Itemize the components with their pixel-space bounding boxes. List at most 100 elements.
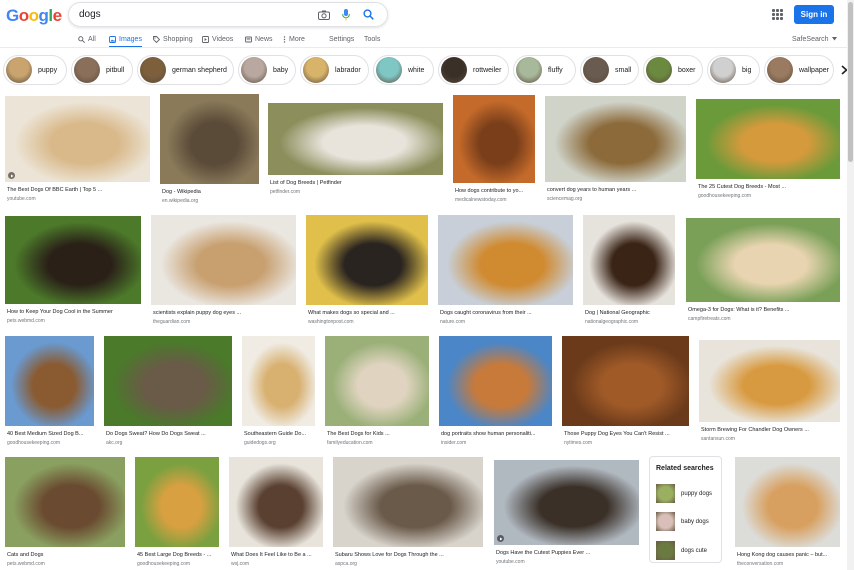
result-image[interactable] — [5, 96, 150, 182]
chip-small[interactable]: small — [580, 55, 639, 85]
result-image[interactable] — [325, 336, 429, 426]
chip-wallpaper[interactable]: wallpaper — [764, 55, 834, 85]
image-result[interactable]: How dogs contribute to yo... medicalnewst… — [453, 95, 535, 205]
tab-more[interactable]: More — [283, 31, 305, 47]
image-result[interactable]: Omega-3 for Dogs: What is it? Benefits .… — [686, 218, 840, 324]
image-result[interactable]: What makes dogs so special and ... washin… — [306, 215, 428, 327]
result-title[interactable]: Dog - Wikipedia — [162, 189, 259, 195]
tab-all[interactable]: All — [78, 31, 96, 47]
result-image[interactable] — [562, 336, 689, 426]
result-title[interactable]: Do Dogs Sweat? How Do Dogs Sweat ... — [106, 431, 232, 437]
image-result[interactable]: Dogs Have the Cutest Puppies Ever ... you… — [494, 460, 639, 567]
result-image[interactable] — [439, 336, 552, 426]
scrollbar-thumb[interactable] — [848, 2, 853, 162]
chip-labrador[interactable]: labrador — [300, 55, 369, 85]
image-result[interactable]: Subaru Shows Love for Dogs Through the .… — [333, 457, 483, 569]
result-image[interactable] — [268, 103, 443, 175]
result-title[interactable]: What makes dogs so special and ... — [308, 310, 428, 316]
image-result[interactable]: How to Keep Your Dog Cool in the Summer p… — [5, 216, 141, 326]
image-result[interactable]: dog portraits show human personaliti... i… — [439, 336, 552, 448]
image-result[interactable]: The 25 Cutest Dog Breeds - Most ... goodh… — [696, 99, 840, 201]
image-result[interactable]: 45 Best Large Dog Breeds - ... goodhousek… — [135, 457, 219, 569]
tab-shopping[interactable]: Shopping — [153, 31, 193, 47]
result-title[interactable]: The 25 Cutest Dog Breeds - Most ... — [698, 184, 840, 190]
image-result[interactable]: Cats and Dogs pets.webmd.com — [5, 457, 125, 569]
result-image[interactable] — [686, 218, 840, 302]
result-image[interactable] — [5, 457, 125, 547]
image-result[interactable]: 40 Best Medium Sized Dog B... goodhouseke… — [5, 336, 94, 448]
tab-settings[interactable]: Settings — [329, 31, 354, 47]
result-image[interactable] — [104, 336, 232, 426]
image-result[interactable]: Hong Kong dog causes panic – but... theco… — [735, 457, 840, 569]
chip-rottweiler[interactable]: rottweiler — [438, 55, 509, 85]
related-search-item[interactable]: puppy dogs — [656, 484, 712, 503]
search-icon[interactable] — [357, 5, 379, 25]
tab-videos[interactable]: Videos — [202, 31, 233, 47]
image-result[interactable]: Dog | National Geographic nationalgeograp… — [583, 215, 675, 327]
result-title[interactable]: dog portraits show human personaliti... — [441, 431, 552, 437]
image-result[interactable]: Do Dogs Sweat? How Do Dogs Sweat ... akc.… — [104, 336, 232, 448]
result-image[interactable] — [229, 457, 323, 547]
image-result[interactable]: What Does It Feel Like to Be a ... wsj.co… — [229, 457, 323, 569]
chip-german-shepherd[interactable]: german shepherd — [137, 55, 234, 85]
result-title[interactable]: 40 Best Medium Sized Dog B... — [7, 431, 94, 437]
result-title[interactable]: List of Dog Breeds | Petfinder — [270, 180, 443, 186]
google-logo[interactable]: Google — [6, 6, 62, 26]
result-title[interactable]: How to Keep Your Dog Cool in the Summer — [7, 309, 141, 315]
safesearch-menu[interactable]: SafeSearch — [792, 31, 837, 47]
microphone-icon[interactable] — [335, 5, 357, 25]
image-result[interactable]: Southeastern Guide Do... guidedogs.org — [242, 336, 315, 448]
result-title[interactable]: convert dog years to human years ... — [547, 187, 686, 193]
result-image[interactable] — [583, 215, 675, 305]
result-image[interactable] — [545, 96, 686, 182]
search-box[interactable] — [68, 2, 388, 27]
image-result[interactable]: List of Dog Breeds | Petfinder petfinder.… — [268, 103, 443, 197]
result-image[interactable] — [242, 336, 315, 426]
sign-in-button[interactable]: Sign in — [794, 5, 834, 24]
chip-puppy[interactable]: puppy — [3, 55, 67, 85]
result-title[interactable]: scientists explain puppy dog eyes ... — [153, 310, 296, 316]
chip-pitbull[interactable]: pitbull — [71, 55, 133, 85]
result-image[interactable] — [494, 460, 639, 545]
image-result[interactable]: Storm Brewing For Chandler Dog Owners ..… — [699, 340, 840, 444]
result-title[interactable]: 45 Best Large Dog Breeds - ... — [137, 552, 219, 558]
chip-big[interactable]: big — [707, 55, 760, 85]
image-result[interactable]: The Best Dogs for Kids ... familyeducatio… — [325, 336, 429, 448]
related-search-item[interactable]: dogs cute — [656, 541, 707, 560]
image-result[interactable]: The Best Dogs Of BBC Earth | Top 5 ... yo… — [5, 96, 150, 204]
result-title[interactable]: Southeastern Guide Do... — [244, 431, 315, 437]
result-image[interactable] — [696, 99, 840, 179]
chip-baby[interactable]: baby — [238, 55, 296, 85]
result-image[interactable] — [453, 95, 535, 183]
result-title[interactable]: Dogs Have the Cutest Puppies Ever ... — [496, 550, 639, 556]
result-title[interactable]: Those Puppy Dog Eyes You Can't Resist ..… — [564, 431, 689, 437]
result-title[interactable]: Hong Kong dog causes panic – but... — [737, 552, 840, 558]
chip-boxer[interactable]: boxer — [643, 55, 703, 85]
result-title[interactable]: The Best Dogs Of BBC Earth | Top 5 ... — [7, 187, 150, 193]
chip-white[interactable]: white — [373, 55, 434, 85]
result-title[interactable]: Cats and Dogs — [7, 552, 125, 558]
result-image[interactable] — [306, 215, 428, 305]
result-image[interactable] — [438, 215, 573, 305]
result-title[interactable]: Dog | National Geographic — [585, 310, 675, 316]
tab-images[interactable]: Images — [109, 31, 142, 48]
result-image[interactable] — [151, 215, 296, 305]
related-search-item[interactable]: baby dogs — [656, 512, 709, 531]
image-result[interactable]: convert dog years to human years ... scie… — [545, 96, 686, 204]
result-title[interactable]: Dogs caught coronavirus from their ... — [440, 310, 573, 316]
result-image[interactable] — [5, 216, 141, 304]
result-image[interactable] — [333, 457, 483, 547]
result-title[interactable]: What Does It Feel Like to Be a ... — [231, 552, 323, 558]
result-title[interactable]: Subaru Shows Love for Dogs Through the .… — [335, 552, 483, 558]
camera-icon[interactable] — [313, 5, 335, 25]
result-image[interactable] — [5, 336, 94, 426]
image-result[interactable]: Dog - Wikipedia en.wikipedia.org — [160, 94, 259, 206]
result-image[interactable] — [160, 94, 259, 184]
search-input[interactable] — [79, 9, 313, 20]
result-image[interactable] — [135, 457, 219, 547]
result-title[interactable]: How dogs contribute to yo... — [455, 188, 535, 194]
image-result[interactable]: Dogs caught coronavirus from their ... na… — [438, 215, 573, 327]
result-image[interactable] — [699, 340, 840, 422]
tab-news[interactable]: News — [245, 31, 273, 47]
image-result[interactable]: Those Puppy Dog Eyes You Can't Resist ..… — [562, 336, 689, 448]
